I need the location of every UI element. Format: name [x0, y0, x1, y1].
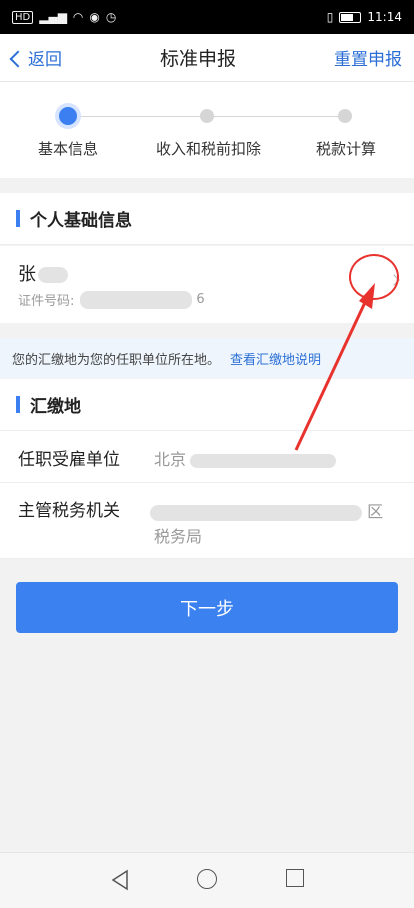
section-accent-bar	[16, 396, 20, 413]
notice-text: 您的汇缴地为您的任职单位所在地。	[12, 352, 221, 368]
nav-bar: 返回 标准申报 重置申报	[0, 34, 414, 82]
tax-office-line1: 区	[150, 498, 383, 522]
person-name: 张	[18, 260, 68, 286]
step-connector	[68, 116, 206, 117]
alarm-icon: ◷	[105, 10, 117, 24]
system-recents-icon[interactable]	[286, 869, 304, 887]
id-suffix: 6	[196, 292, 205, 307]
tax-office-row: 主管税务机关 区 税务局	[0, 483, 414, 559]
step-dot-basic-info	[59, 107, 77, 125]
reset-declaration-button[interactable]: 重置申报	[334, 45, 402, 70]
id-number-row: 证件号码: 6	[18, 290, 205, 309]
step-label-income: 收入和税前扣除	[156, 140, 262, 158]
status-time: 11:14	[367, 10, 402, 24]
eye-icon: ◉	[89, 10, 100, 24]
vibrate-icon: ▯	[326, 10, 334, 24]
back-button[interactable]: 返回	[9, 45, 62, 70]
status-icons-left: HD ▂▄▆ ◠ ◉ ◷	[12, 10, 116, 24]
personal-info-header: 个人基础信息	[0, 193, 414, 245]
step-label-tax-calc: 税款计算	[316, 140, 377, 158]
remit-explanation-link[interactable]: 查看汇缴地说明	[230, 349, 321, 368]
system-nav-bar	[0, 852, 414, 908]
remit-notice: 您的汇缴地为您的任职单位所在地。 查看汇缴地说明	[0, 338, 414, 378]
step-label-basic-info: 基本信息	[38, 140, 99, 158]
hd-icon: HD	[12, 10, 34, 24]
wifi-icon: ◠	[72, 10, 84, 24]
chevron-left-icon	[9, 50, 27, 67]
section-accent-bar	[16, 210, 20, 227]
personal-info-title: 个人基础信息	[30, 211, 132, 231]
employer-row: 任职受雇单位 北京	[0, 431, 414, 483]
remit-location-title: 汇缴地	[30, 397, 81, 417]
system-back-icon[interactable]	[110, 869, 130, 891]
employer-value: 北京	[154, 446, 337, 470]
redacted-employer-blur	[190, 453, 337, 468]
step-dot-tax-calc	[338, 109, 352, 123]
status-icons-right: ▯ 11:14	[327, 10, 402, 24]
next-step-button[interactable]: 下一步	[16, 582, 398, 633]
employer-value-visible: 北京	[154, 450, 187, 469]
redacted-id-blur	[80, 290, 193, 309]
annotation-circle	[349, 254, 399, 300]
back-label: 返回	[28, 50, 62, 70]
status-bar: HD ▂▄▆ ◠ ◉ ◷ ▯ 11:14	[0, 0, 414, 34]
redacted-tax-office-blur	[150, 504, 362, 521]
system-home-icon[interactable]	[197, 869, 217, 889]
progress-stepper: 基本信息 收入和税前扣除 税款计算	[0, 82, 414, 178]
page-title: 标准申报	[159, 48, 236, 70]
id-label: 证件号码:	[18, 294, 75, 309]
tax-office-line1-suffix: 区	[367, 502, 384, 521]
battery-icon	[339, 11, 362, 23]
tax-office-line2: 税务局	[154, 527, 203, 546]
signal-icon: ▂▄▆	[39, 10, 67, 24]
step-dot-income	[200, 109, 214, 123]
employer-label: 任职受雇单位	[18, 450, 120, 470]
step-connector	[208, 116, 344, 117]
tax-office-label: 主管税务机关	[18, 501, 120, 521]
remit-location-header: 汇缴地	[0, 379, 414, 431]
redacted-name-blur	[38, 267, 68, 283]
person-name-visible: 张	[18, 264, 36, 285]
